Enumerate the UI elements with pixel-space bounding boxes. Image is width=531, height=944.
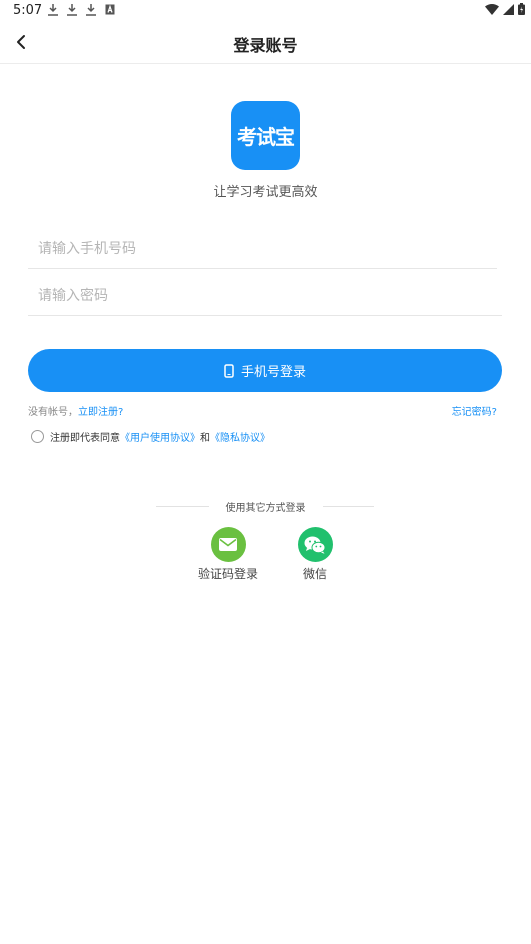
other-login-title: 使用其它方式登录 [225,503,306,514]
privacy-link[interactable]: 《隐私协议》 [210,429,270,444]
phone-login-label: 手机号登录 [240,365,306,380]
wifi-icon [485,3,499,15]
phone-field-row [28,230,497,269]
notification-icons [48,4,115,16]
page-title: 登录账号 [233,36,298,55]
signal-icon [503,3,514,15]
user-agreement-link[interactable]: 《用户使用协议》 [120,429,200,444]
register-line: 没有帐号，立即注册? [28,403,123,418]
sms-login-icon-circle [210,527,246,562]
register-prefix: 没有帐号， [28,407,78,418]
agreement-and: 和 [200,433,210,444]
agreement-checkbox[interactable] [31,430,44,443]
mail-icon [219,538,237,551]
download-icon [48,4,58,16]
app-logo: 考试宝 [231,101,300,170]
a-box-icon [105,4,115,15]
divider-right [323,506,374,507]
phone-input[interactable] [28,230,497,268]
password-field-row [28,277,502,316]
system-icons [485,3,525,15]
battery-icon [518,3,525,15]
wechat-login-option[interactable]: 微信 [295,527,335,582]
sms-login-option[interactable]: 验证码登录 [193,527,263,582]
status-time: 5:07 [13,3,43,18]
phone-login-button[interactable]: 手机号登录 [28,349,502,392]
wechat-label: 微信 [302,567,327,581]
agreement-prefix: 注册即代表同意 [50,433,120,444]
download-icon [67,4,77,16]
agreement-row: 注册即代表同意 《用户使用协议》 和 《隐私协议》 [31,429,270,444]
password-input[interactable] [28,277,502,315]
wechat-icon [304,536,326,554]
sms-login-label: 验证码登录 [197,567,258,581]
logo-text: 考试宝 [237,125,295,149]
nav-bar: 登录账号 [0,22,531,64]
app-slogan: 让学习考试更高效 [213,185,318,200]
status-bar: 5:07 [0,0,531,22]
phone-icon [224,363,234,378]
download-icon [86,4,96,16]
forgot-password-link[interactable]: 忘记密码? [452,403,497,418]
register-link[interactable]: 立即注册? [78,407,123,418]
wechat-icon-circle [297,527,333,562]
